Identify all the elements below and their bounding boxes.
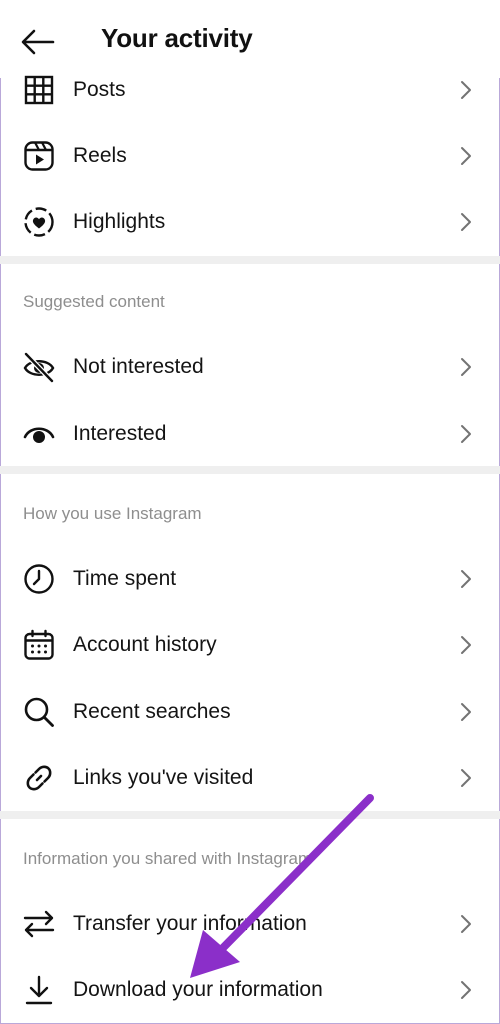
- menu-item-highlights[interactable]: Highlights: [0, 192, 500, 252]
- calendar-icon: [21, 627, 57, 663]
- menu-item-transfer-information[interactable]: Transfer your information: [0, 894, 500, 954]
- menu-item-download-information[interactable]: Download your information: [0, 960, 500, 1020]
- section-title-usage: How you use Instagram: [23, 504, 202, 523]
- reels-icon: [21, 138, 57, 174]
- grid-icon: [21, 72, 57, 108]
- search-icon: [21, 694, 57, 730]
- section-divider: [0, 466, 500, 474]
- menu-item-label: Posts: [73, 78, 126, 101]
- menu-item-account-history[interactable]: Account history: [0, 615, 500, 675]
- highlights-icon: [21, 204, 57, 240]
- chevron-right-icon: [456, 980, 476, 1000]
- transfer-icon: [21, 906, 57, 942]
- back-button[interactable]: [18, 22, 58, 62]
- menu-item-reels[interactable]: Reels: [0, 126, 500, 186]
- section-divider: [0, 811, 500, 819]
- menu-item-label: Account history: [73, 633, 217, 656]
- eye-icon: [21, 416, 57, 452]
- section-title-suggested: Suggested content: [23, 292, 165, 311]
- menu-item-label: Interested: [73, 422, 167, 445]
- chevron-right-icon: [456, 424, 476, 444]
- chevron-right-icon: [456, 146, 476, 166]
- page-title: Your activity: [101, 23, 253, 53]
- back-arrow-icon: [21, 29, 55, 55]
- menu-item-recent-searches[interactable]: Recent searches: [0, 682, 500, 742]
- chevron-right-icon: [456, 635, 476, 655]
- link-icon: [21, 760, 57, 796]
- menu-item-time-spent[interactable]: Time spent: [0, 549, 500, 609]
- chevron-right-icon: [456, 212, 476, 232]
- menu-item-not-interested[interactable]: Not interested: [0, 337, 500, 397]
- section-title-shared: Information you shared with Instagram: [23, 849, 313, 868]
- menu-item-label: Reels: [73, 144, 127, 167]
- section-divider: [0, 256, 500, 264]
- chevron-right-icon: [456, 569, 476, 589]
- menu-item-label: Recent searches: [73, 700, 231, 723]
- menu-item-interested[interactable]: Interested: [0, 404, 500, 464]
- menu-item-label: Time spent: [73, 567, 177, 590]
- menu-item-posts[interactable]: Posts: [0, 60, 500, 120]
- menu-item-links-visited[interactable]: Links you've visited: [0, 748, 500, 808]
- chevron-right-icon: [456, 768, 476, 788]
- chevron-right-icon: [456, 914, 476, 934]
- your-activity-screen: Your activity Posts Reels Highlights Sug…: [0, 0, 500, 1024]
- menu-item-label: Download your information: [73, 978, 323, 1001]
- menu-item-label: Transfer your information: [73, 912, 307, 935]
- chevron-right-icon: [456, 702, 476, 722]
- clock-icon: [21, 561, 57, 597]
- menu-item-label: Not interested: [73, 355, 204, 378]
- menu-item-label: Highlights: [73, 210, 166, 233]
- download-icon: [21, 972, 57, 1008]
- eye-off-icon: [21, 349, 57, 385]
- chevron-right-icon: [456, 357, 476, 377]
- chevron-right-icon: [456, 80, 476, 100]
- menu-item-label: Links you've visited: [73, 766, 254, 789]
